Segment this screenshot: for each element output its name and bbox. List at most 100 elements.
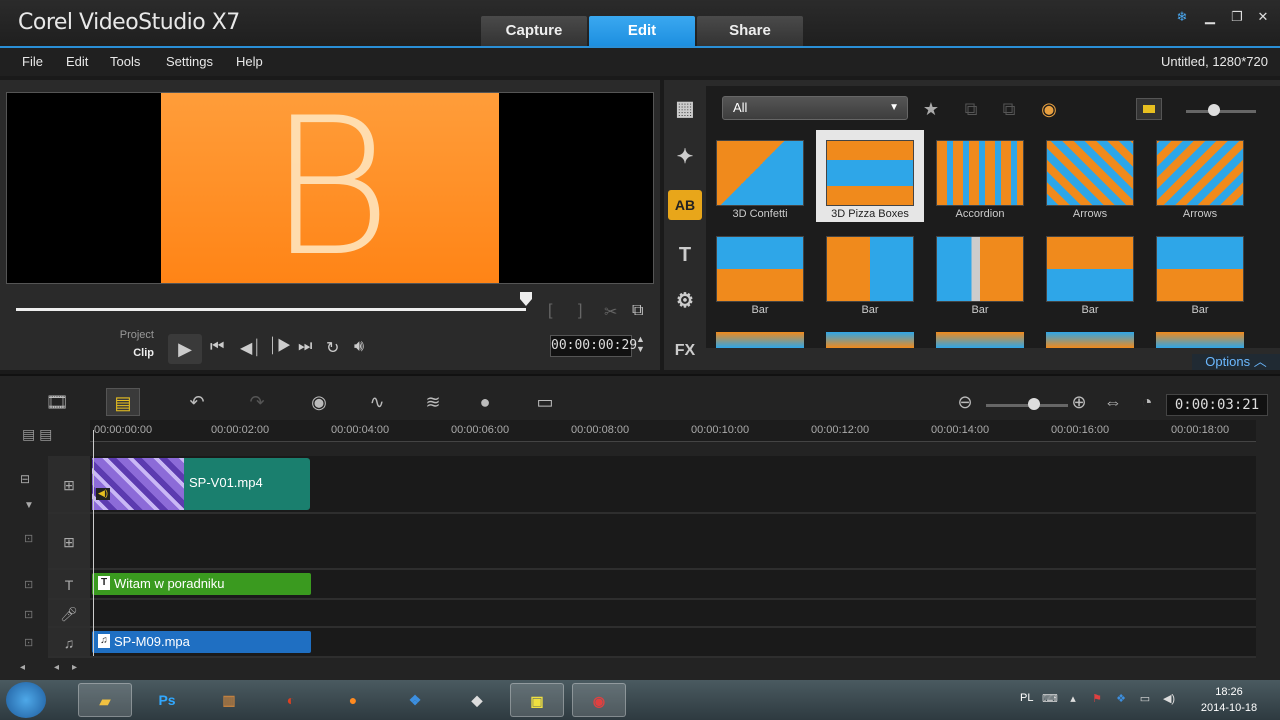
volume-icon[interactable]: 🔊︎ — [354, 338, 364, 356]
video-clip[interactable]: ◀) SP-V01.mp4 — [92, 458, 310, 510]
thumbnail-size-thumb[interactable] — [1208, 104, 1220, 116]
timeline-zoom-thumb[interactable] — [1028, 398, 1040, 410]
transition-bar[interactable]: Bar — [706, 226, 814, 318]
videostudio-icon[interactable]: ◉ — [572, 683, 626, 717]
dropbox-icon[interactable]: ❖ — [388, 683, 442, 717]
play-button[interactable]: ▶ — [168, 334, 202, 364]
tab-capture[interactable]: Capture — [481, 16, 587, 46]
overlay-track[interactable]: ⊞ — [48, 514, 1256, 570]
explorer-icon[interactable]: ▰ — [78, 683, 132, 717]
scrubber-handle[interactable] — [520, 292, 532, 306]
tray-expand-icon[interactable]: ▴ — [1066, 692, 1080, 706]
mark-out-icon[interactable]: ] — [578, 302, 582, 320]
firefox-icon[interactable]: ● — [326, 683, 380, 717]
language-indicator[interactable]: PL — [1020, 692, 1033, 704]
speaker-icon[interactable]: ◀) — [1162, 692, 1176, 706]
storyboard-view-icon[interactable]: 🎞︎ — [40, 388, 74, 416]
auto-music-icon[interactable]: ≋ — [416, 388, 450, 416]
transition-arrows[interactable]: Arrows — [1146, 130, 1254, 222]
thumbnail-partial[interactable] — [826, 332, 914, 348]
dropbox-tray-icon[interactable]: ❖ — [1114, 692, 1128, 706]
mode-clip-label[interactable]: Clip — [110, 347, 154, 359]
playhead[interactable] — [93, 430, 94, 656]
music-track-icon[interactable]: ♫ — [48, 628, 90, 656]
add-to-favorites-icon[interactable]: ★ — [918, 96, 944, 122]
video-track-icon[interactable]: ⊞ — [48, 456, 90, 512]
transition-accordion[interactable]: Accordion — [926, 130, 1034, 222]
motion-tracking-icon[interactable]: ● — [468, 388, 502, 416]
voice-track[interactable]: 🎤︎ — [48, 600, 1256, 628]
tab-share[interactable]: Share — [697, 16, 803, 46]
view-mode-button[interactable] — [1136, 98, 1162, 120]
go-to-end-icon[interactable]: ⏭ — [298, 338, 312, 356]
security-icon[interactable]: ⚑ — [1090, 692, 1104, 706]
transition-bar[interactable]: Bar — [816, 226, 924, 318]
track-manager-icon[interactable]: ▤ ▤ — [22, 426, 52, 443]
zoom-in-icon[interactable]: ⊕ — [1062, 388, 1096, 416]
network-icon[interactable]: ▭ — [1138, 692, 1152, 706]
smartsound-icon[interactable]: ◉ — [1036, 96, 1062, 122]
fit-project-icon[interactable]: ⇔ — [1096, 388, 1130, 416]
media-icon[interactable]: ▦ — [668, 94, 702, 124]
start-button[interactable] — [6, 682, 46, 718]
scrubber-track[interactable] — [16, 308, 526, 311]
voice-track-icon[interactable]: 🎤︎ — [48, 600, 90, 626]
track-lock-icon[interactable]: ⊟ — [20, 472, 30, 486]
mark-in-icon[interactable]: [ — [548, 302, 552, 320]
split-clip-icon[interactable]: ✂ — [604, 302, 617, 322]
transition-bar[interactable]: Bar — [926, 226, 1034, 318]
ccleaner-icon[interactable]: ◐ — [264, 683, 318, 717]
scroll-left-icon[interactable]: ◂ — [54, 662, 59, 673]
thumbnail-partial[interactable] — [716, 332, 804, 348]
apply-random-icon[interactable]: ⧉ — [958, 96, 984, 122]
title-icon[interactable]: T — [668, 240, 702, 270]
repeat-icon[interactable]: ↻ — [326, 338, 339, 358]
transition-bar[interactable]: Bar — [1036, 226, 1144, 318]
title-track-icon[interactable]: T — [48, 570, 90, 598]
timeline-timecode[interactable]: 0:00:03:21 — [1166, 394, 1268, 416]
zoom-out-icon[interactable]: ⊖ — [948, 388, 982, 416]
track-lock-icon[interactable]: ⊡ — [24, 578, 33, 591]
next-frame-icon[interactable]: ⏐▶ — [268, 338, 291, 356]
timecode-stepper[interactable]: ▲ ▼ — [636, 334, 645, 354]
restore-icon[interactable]: ❐ — [1227, 8, 1247, 26]
menu-file[interactable]: File — [22, 54, 43, 69]
track-lock-icon[interactable]: ⊡ — [24, 532, 33, 545]
thumbnail-size-slider[interactable] — [1186, 110, 1256, 113]
minimize-icon[interactable]: ▁ — [1200, 8, 1220, 26]
timeline-ruler[interactable]: 00:00:00:00 00:00:02:00 00:00:04:00 00:0… — [90, 420, 1256, 442]
music-clip[interactable]: ♫ SP-M09.mpa — [92, 631, 311, 653]
subtitle-editor-icon[interactable]: ▭ — [528, 388, 562, 416]
thumbnail-partial[interactable] — [936, 332, 1024, 348]
track-lock-icon[interactable]: ⊡ — [24, 608, 33, 621]
transition-bar[interactable]: Bar — [1146, 226, 1254, 318]
timeline-zoom-slider[interactable] — [986, 404, 1068, 407]
undo-icon[interactable]: ↶ — [180, 388, 214, 416]
mode-project-label[interactable]: Project — [110, 329, 154, 341]
menu-edit[interactable]: Edit — [66, 54, 88, 69]
project-duration-icon[interactable]: ◔ — [1130, 388, 1164, 416]
graphic-icon[interactable]: ⚙ — [668, 286, 702, 316]
options-button[interactable]: Options ︿ — [1192, 354, 1280, 370]
downloader-icon[interactable]: ▣ — [510, 683, 564, 717]
clock[interactable]: 18:26 2014-10-18 — [1190, 684, 1268, 716]
preview-timecode[interactable]: 00:00:00:29 — [550, 335, 637, 357]
previous-frame-icon[interactable]: ◀⏐ — [240, 338, 261, 358]
photoshop-icon[interactable]: Ps — [140, 683, 194, 717]
redo-icon[interactable]: ↷ — [240, 388, 274, 416]
go-to-start-icon[interactable]: ⏮ — [210, 338, 224, 356]
title-clip[interactable]: T Witam w poradniku — [92, 573, 311, 595]
keyboard-icon[interactable]: ⌨ — [1042, 692, 1058, 706]
scroll-left-icon[interactable]: ◂ — [20, 662, 25, 673]
settings-snowflake-icon[interactable]: ❄ — [1172, 8, 1192, 26]
gp-icon[interactable]: ◆ — [450, 683, 504, 717]
thumbnail-partial[interactable] — [1156, 332, 1244, 348]
transition-3d-pizza-boxes[interactable]: 3D Pizza Boxes — [816, 130, 924, 222]
library-icon[interactable]: ▥ — [202, 683, 256, 717]
menu-tools[interactable]: Tools — [110, 54, 140, 69]
instant-project-icon[interactable]: ✦ — [668, 142, 702, 172]
scroll-right-icon[interactable]: ▸ — [72, 662, 77, 673]
fx-icon[interactable]: FX — [668, 336, 702, 366]
enlarge-preview-icon[interactable]: ⧉ — [632, 302, 643, 320]
overlay-track-icon[interactable]: ⊞ — [48, 514, 90, 568]
